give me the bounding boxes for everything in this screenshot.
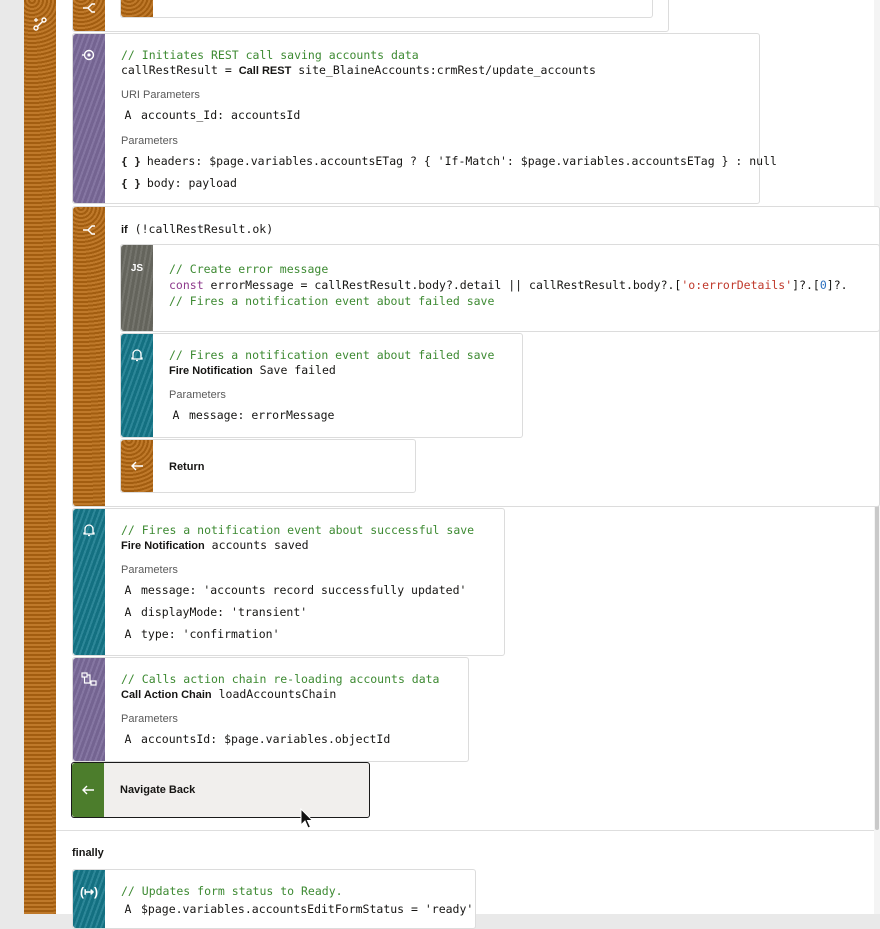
call-chain-summary: Call Action Chain loadAccountsChain <box>121 687 337 701</box>
left-rail <box>24 0 56 914</box>
rest-call-icon <box>73 48 105 65</box>
param-displaymode-row: A displayMode: 'transient' <box>121 605 308 619</box>
navigate-back-label: Navigate Back <box>120 784 196 796</box>
param-type-row: A type: 'confirmation' <box>121 627 280 641</box>
flow-diagram-icon[interactable] <box>24 16 56 35</box>
call-chain-card[interactable]: // Calls action chain re-loading account… <box>72 657 469 762</box>
if-condition: if (!callRestResult.ok) <box>121 222 274 236</box>
finally-label: finally <box>72 847 104 859</box>
js-line-3: // Fires a notification event about fail… <box>169 294 495 308</box>
bell-icon <box>73 523 105 540</box>
params-label: Parameters <box>121 564 178 576</box>
params-label: Parameters <box>121 713 178 725</box>
return-arrow-icon <box>121 459 153 475</box>
text-param-icon: A <box>124 108 132 122</box>
divider <box>56 830 874 831</box>
text-param-icon: A <box>124 627 132 641</box>
text-param-icon: A <box>124 583 132 597</box>
js-line-2: const errorMessage = callRestResult.body… <box>169 278 848 292</box>
object-param-icon: { } <box>121 154 141 168</box>
assign-comment: // Updates form status to Ready. <box>121 884 343 898</box>
text-param-icon: A <box>124 732 132 746</box>
bell-icon <box>121 348 153 365</box>
js-badge: JS <box>130 263 144 274</box>
notify-failed-summary: Fire Notification Save failed <box>169 363 336 377</box>
param-message-row: A message: errorMessage <box>169 408 335 422</box>
rest-comment: // Initiates REST call saving accounts d… <box>121 48 419 62</box>
notify-success-summary: Fire Notification accounts saved <box>121 538 309 552</box>
object-param-icon: { } <box>121 176 141 190</box>
mouse-cursor-icon <box>300 807 314 830</box>
notify-failed-card[interactable]: // Fires a notification event about fail… <box>120 333 523 438</box>
param-message-row: A message: 'accounts record successfully… <box>121 583 467 597</box>
js-code-card[interactable]: JS // Create error message const errorMe… <box>120 244 880 332</box>
text-param-icon: A <box>124 605 132 619</box>
rest-call-card[interactable]: // Initiates REST call saving accounts d… <box>72 33 777 204</box>
navigate-back-card[interactable]: Navigate Back <box>71 762 370 818</box>
uri-params-label: URI Parameters <box>121 89 200 101</box>
branch-icon <box>73 223 105 239</box>
js-line-1: // Create error message <box>169 262 329 276</box>
param-body-row: { } body: payload <box>121 176 237 190</box>
notify-success-comment: // Fires a notification event about succ… <box>121 523 475 537</box>
text-param-icon: A <box>172 408 180 422</box>
rest-summary: callRestResult = Call REST site_BlaineAc… <box>121 63 596 77</box>
params-label: Parameters <box>121 135 178 147</box>
action-chain-icon <box>73 672 105 689</box>
return-label: Return <box>169 461 205 473</box>
notify-failed-comment: // Fires a notification event about fail… <box>169 348 495 362</box>
param-accountsid-row: A accountsId: $page.variables.objectId <box>121 732 391 746</box>
return-card[interactable]: Return <box>120 439 416 493</box>
call-chain-comment: // Calls action chain re-loading account… <box>121 672 440 686</box>
params-label: Parameters <box>169 389 226 401</box>
navigate-back-icon <box>72 783 104 799</box>
param-headers-row: { } headers: $page.variables.accountsETa… <box>121 154 777 168</box>
notify-success-card[interactable]: // Fires a notification event about succ… <box>72 508 505 656</box>
assign-card[interactable]: (↦) // Updates form status to Ready. A $… <box>72 869 476 929</box>
assign-variables-icon: (↦) <box>79 885 99 899</box>
top-partial-card <box>120 0 653 18</box>
uri-param-row: A accounts_Id: accountsId <box>121 108 301 122</box>
branch-icon <box>73 1 105 17</box>
